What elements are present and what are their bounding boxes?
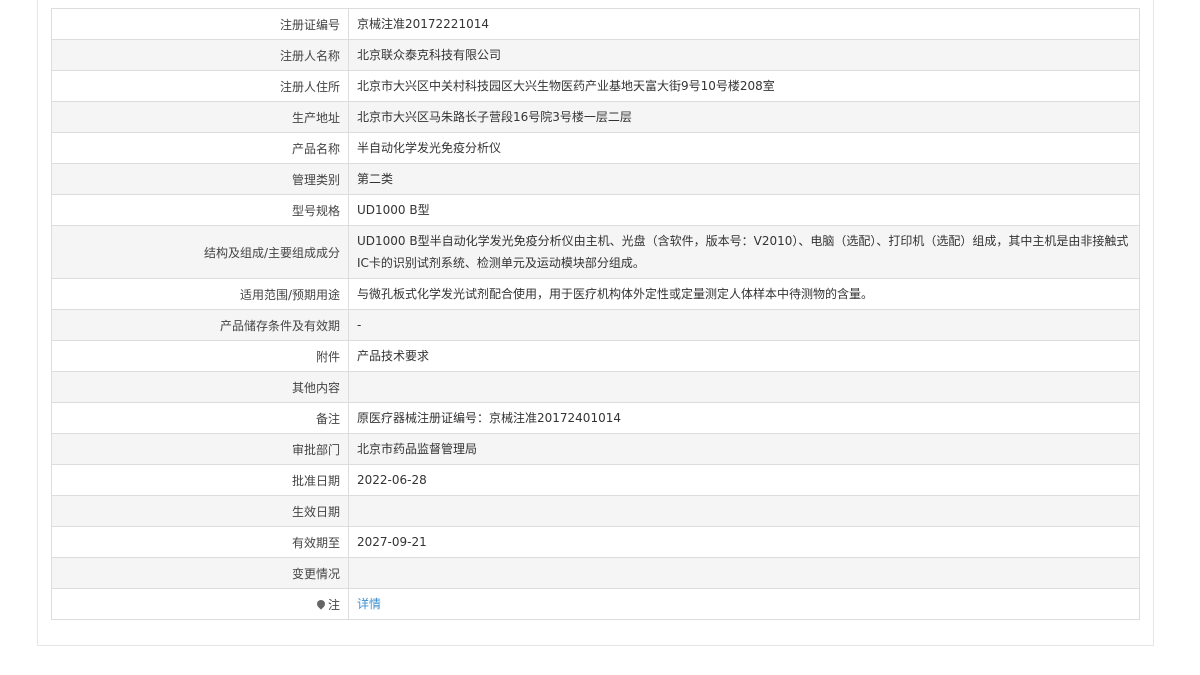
note-body: 注 详情 (51, 588, 1140, 620)
field-label: 注册人住所 (51, 70, 349, 102)
field-label: 备注 (51, 402, 349, 434)
field-label: 产品储存条件及有效期 (51, 309, 349, 341)
field-label: 附件 (51, 340, 349, 372)
field-value: 北京市药品监督管理局 (348, 433, 1140, 465)
field-label: 产品名称 (51, 132, 349, 164)
table-row: 适用范围/预期用途 与微孔板式化学发光试剂配合使用，用于医疗机构体外定性或定量测定… (51, 278, 1140, 310)
table-row: 管理类别 第二类 (51, 163, 1140, 195)
field-value (348, 371, 1140, 403)
field-value: 2027-09-21 (348, 526, 1140, 558)
field-value: 原医疗器械注册证编号：京械注准20172401014 (348, 402, 1140, 434)
field-value: 北京联众泰克科技有限公司 (348, 39, 1140, 71)
field-value: 北京市大兴区中关村科技园区大兴生物医药产业基地天富大街9号10号楼208室 (348, 70, 1140, 102)
note-row: 注 详情 (51, 588, 1140, 620)
rows-body: 注册证编号 京械注准20172221014 注册人名称 北京联众泰克科技有限公司 注册人… (51, 8, 1140, 589)
field-label: 有效期至 (51, 526, 349, 558)
field-label: 结构及组成/主要组成成分 (51, 225, 349, 279)
table-row: 附件 产品技术要求 (51, 340, 1140, 372)
table-row: 生效日期 (51, 495, 1140, 527)
field-value: 产品技术要求 (348, 340, 1140, 372)
field-label: 注册人名称 (51, 39, 349, 71)
table-row: 变更情况 (51, 557, 1140, 589)
field-value: UD1000 B型半自动化学发光免疫分析仪由主机、光盘（含软件，版本号：V201… (348, 225, 1140, 279)
table-row: 结构及组成/主要组成成分 UD1000 B型半自动化学发光免疫分析仪由主机、光盘（… (51, 225, 1140, 279)
field-value: 北京市大兴区马朱路长子营段16号院3号楼一层二层 (348, 101, 1140, 133)
field-label: 注册证编号 (51, 8, 349, 40)
field-value: 京械注准20172221014 (348, 8, 1140, 40)
table-row: 生产地址 北京市大兴区马朱路长子营段16号院3号楼一层二层 (51, 101, 1140, 133)
table-row: 其他内容 (51, 371, 1140, 403)
table-row: 注册证编号 京械注准20172221014 (51, 8, 1140, 40)
field-value: 与微孔板式化学发光试剂配合使用，用于医疗机构体外定性或定量测定人体样本中待测物的… (348, 278, 1140, 310)
field-label: 其他内容 (51, 371, 349, 403)
table-row: 审批部门 北京市药品监督管理局 (51, 433, 1140, 465)
field-value (348, 495, 1140, 527)
table-row: 产品储存条件及有效期 - (51, 309, 1140, 341)
details-link[interactable]: 详情 (357, 597, 381, 611)
field-label: 型号规格 (51, 194, 349, 226)
field-value: 第二类 (348, 163, 1140, 195)
table-row: 产品名称 半自动化学发光免疫分析仪 (51, 132, 1140, 164)
field-value: 2022-06-28 (348, 464, 1140, 496)
note-value: 详情 (348, 588, 1140, 620)
table-row: 注册人住所 北京市大兴区中关村科技园区大兴生物医药产业基地天富大街9号10号楼20… (51, 70, 1140, 102)
table-row: 注册人名称 北京联众泰克科技有限公司 (51, 39, 1140, 71)
field-label: 生产地址 (51, 101, 349, 133)
registration-detail-table: 注册证编号 京械注准20172221014 注册人名称 北京联众泰克科技有限公司 注册人… (51, 8, 1140, 620)
field-value: - (348, 309, 1140, 341)
field-label: 生效日期 (51, 495, 349, 527)
note-label-text: 注 (327, 597, 340, 612)
table-row: 有效期至 2027-09-21 (51, 526, 1140, 558)
table-row: 备注 原医疗器械注册证编号：京械注准20172401014 (51, 402, 1140, 434)
field-label: 变更情况 (51, 557, 349, 589)
field-label: 批准日期 (51, 464, 349, 496)
table-row: 批准日期 2022-06-28 (51, 464, 1140, 496)
note-label: 注 (51, 588, 349, 620)
field-value: 半自动化学发光免疫分析仪 (348, 132, 1140, 164)
field-label: 管理类别 (51, 163, 349, 195)
field-value (348, 557, 1140, 589)
field-label: 审批部门 (51, 433, 349, 465)
map-pin-icon (315, 597, 327, 610)
table-row: 型号规格 UD1000 B型 (51, 194, 1140, 226)
field-label: 适用范围/预期用途 (51, 278, 349, 310)
field-value: UD1000 B型 (348, 194, 1140, 226)
